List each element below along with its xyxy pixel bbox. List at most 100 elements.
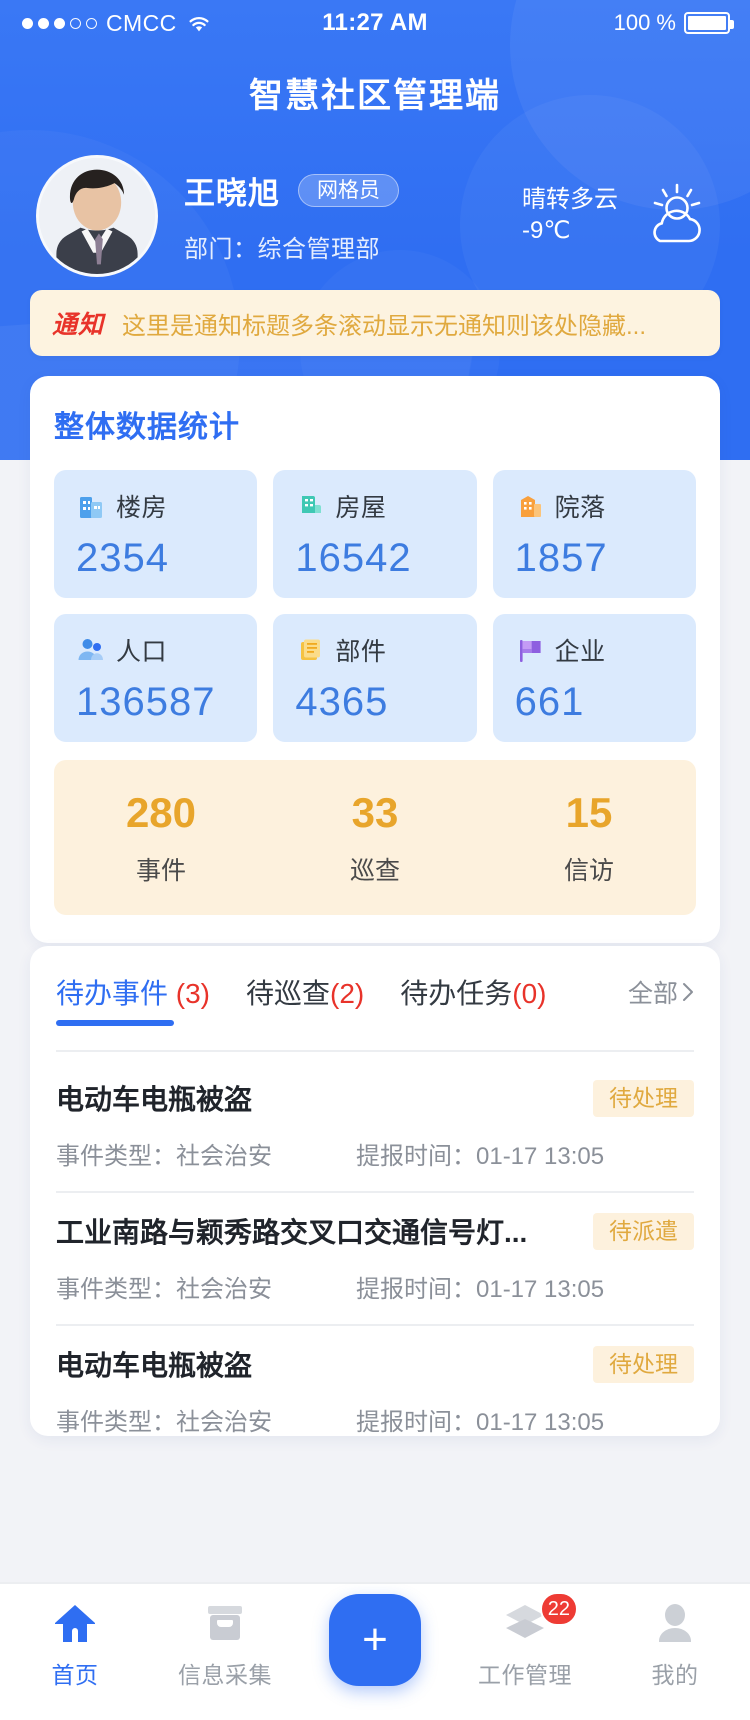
stat-cell-courtyard[interactable]: 院落 1857 [493, 470, 696, 598]
notice-tag: 通知 [52, 305, 104, 341]
stat-value: 136587 [76, 680, 257, 725]
page-title: 智慧社区管理端 [0, 68, 750, 117]
summary-value: 33 [268, 789, 482, 837]
stat-value: 2354 [76, 536, 257, 581]
stat-value: 1857 [515, 536, 696, 581]
weather-description: 晴转多云 [522, 185, 618, 215]
person-icon [650, 1600, 700, 1646]
weather-temperature: -9℃ [522, 215, 618, 246]
stat-cell-enterprise[interactable]: 企业 661 [493, 614, 696, 742]
building-blue-icon [76, 491, 106, 521]
chevron-right-icon [682, 982, 694, 1002]
add-button[interactable]: + [329, 1594, 421, 1686]
status-bar-right: 100 % [614, 10, 730, 36]
summary-value: 280 [54, 789, 268, 837]
user-profile: 王晓旭 网格员 部门：综合管理部 晴转多云 -9℃ [0, 155, 750, 277]
summary-label: 事件 [54, 851, 268, 887]
tab-label: 待办任务 [400, 978, 512, 1009]
tab-count: (2) [330, 978, 364, 1009]
list-item[interactable]: 电动车电瓶被盗 待处理 事件类型：社会治安 提报时间：01-17 13:05 [56, 1060, 694, 1191]
tab-label: 我的 [652, 1656, 699, 1690]
item-time: 提报时间：01-17 13:05 [356, 1402, 604, 1437]
tab-label: 待办事件 [56, 978, 176, 1009]
summary-cell-events[interactable]: 280 事件 [54, 789, 268, 887]
tab-pending-events[interactable]: 待办事件 (3) [56, 972, 210, 1012]
user-department: 部门：综合管理部 [184, 229, 399, 264]
stat-cell-house[interactable]: 房屋 16542 [273, 470, 476, 598]
todo-list: 电动车电瓶被盗 待处理 事件类型：社会治安 提报时间：01-17 13:05 工… [56, 1038, 694, 1457]
item-time: 提报时间：01-17 13:05 [356, 1269, 604, 1304]
stat-cell-parts[interactable]: 部件 4365 [273, 614, 476, 742]
avatar[interactable] [36, 155, 158, 277]
flag-purple-icon [515, 635, 545, 665]
item-type: 事件类型：社会治安 [56, 1402, 356, 1437]
tab-profile[interactable]: 我的 [600, 1600, 750, 1690]
summary-cell-patrol[interactable]: 33 巡查 [268, 789, 482, 887]
tab-label: 首页 [52, 1656, 99, 1690]
notice-bar[interactable]: 通知 这里是通知标题多条滚动显示无通知则该处隐藏... [30, 290, 720, 356]
app-root: CMCC 11:27 AM 100 % 智慧社区管理端 [0, 0, 750, 1720]
stat-value: 16542 [295, 536, 476, 581]
tab-home[interactable]: 首页 [0, 1600, 150, 1690]
status-bar: CMCC 11:27 AM 100 % [0, 0, 750, 46]
tab-count: (0) [512, 978, 546, 1009]
tab-count: (3) [176, 978, 210, 1009]
status-badge: 待派遣 [593, 1213, 694, 1250]
people-blue-icon [76, 635, 106, 665]
item-time: 提报时间：01-17 13:05 [356, 1136, 604, 1171]
todo-card: 待办事件 (3) 待巡查(2) 待办任务(0) 全部 电动车电瓶被盗 待处理 事… [30, 946, 720, 1436]
summary-cell-petition[interactable]: 15 信访 [482, 789, 696, 887]
status-badge: 待处理 [593, 1080, 694, 1117]
house-teal-icon [295, 491, 325, 521]
user-photo-avatar [39, 158, 155, 274]
tab-label: 信息采集 [178, 1656, 272, 1690]
archive-box-icon [200, 1600, 250, 1646]
tab-pending-tasks[interactable]: 待办任务(0) [400, 972, 546, 1012]
home-icon [50, 1600, 100, 1646]
stat-value: 4365 [295, 680, 476, 725]
notice-text: 这里是通知标题多条滚动显示无通知则该处隐藏... [122, 306, 646, 341]
bottom-tab-bar: 首页 信息采集 + 22 工作管理 [0, 1582, 750, 1720]
stats-grid: 楼房 2354 房屋 16542 [54, 470, 696, 742]
stat-value: 661 [515, 680, 696, 725]
stat-label: 院落 [555, 488, 606, 524]
stat-cell-building[interactable]: 楼房 2354 [54, 470, 257, 598]
tab-label: 工作管理 [478, 1656, 572, 1690]
view-all-link[interactable]: 全部 [628, 974, 694, 1010]
item-title: 电动车电瓶被盗 [56, 1344, 252, 1384]
stat-label: 人口 [116, 632, 167, 668]
battery-full-icon [684, 12, 730, 34]
battery-percent-label: 100 % [614, 10, 676, 36]
stat-label: 部件 [335, 632, 386, 668]
stat-label: 房屋 [335, 488, 386, 524]
sun-behind-cloud-icon [636, 181, 714, 251]
item-title: 电动车电瓶被盗 [56, 1078, 252, 1118]
item-type: 事件类型：社会治安 [56, 1269, 356, 1304]
list-item[interactable]: 电动车电瓶被盗 待处理 事件类型：社会治安 提报时间：01-17 13:05 [56, 1324, 694, 1457]
user-profile-text: 王晓旭 网格员 部门：综合管理部 [184, 168, 399, 264]
user-name: 王晓旭 [184, 168, 280, 213]
item-type: 事件类型：社会治安 [56, 1136, 356, 1171]
user-role-badge: 网格员 [298, 174, 399, 207]
stats-card: 整体数据统计 楼房 2354 [30, 376, 720, 943]
stat-label: 企业 [555, 632, 606, 668]
weather-widget[interactable]: 晴转多云 -9℃ [522, 181, 714, 251]
tabs-divider [56, 1050, 694, 1052]
list-item[interactable]: 工业南路与颖秀路交叉口交通信号灯... 待派遣 事件类型：社会治安 提报时间：0… [56, 1191, 694, 1324]
parts-yellow-icon [295, 635, 325, 665]
courtyard-orange-icon [515, 491, 545, 521]
stat-cell-population[interactable]: 人口 136587 [54, 614, 257, 742]
notification-badge: 22 [540, 1592, 578, 1626]
tab-label: 待巡查 [246, 978, 330, 1009]
stats-summary-bar: 280 事件 33 巡查 15 信访 [54, 760, 696, 915]
view-all-label: 全部 [628, 974, 678, 1010]
tab-info-collection[interactable]: 信息采集 [150, 1600, 300, 1690]
stat-label: 楼房 [116, 488, 167, 524]
stats-card-title: 整体数据统计 [54, 402, 696, 446]
tab-work-management[interactable]: 22 工作管理 [450, 1600, 600, 1690]
tab-pending-patrol[interactable]: 待巡查(2) [246, 972, 364, 1012]
plus-icon: + [362, 1618, 388, 1662]
summary-label: 巡查 [268, 851, 482, 887]
fab-container: + [300, 1600, 450, 1686]
summary-label: 信访 [482, 851, 696, 887]
